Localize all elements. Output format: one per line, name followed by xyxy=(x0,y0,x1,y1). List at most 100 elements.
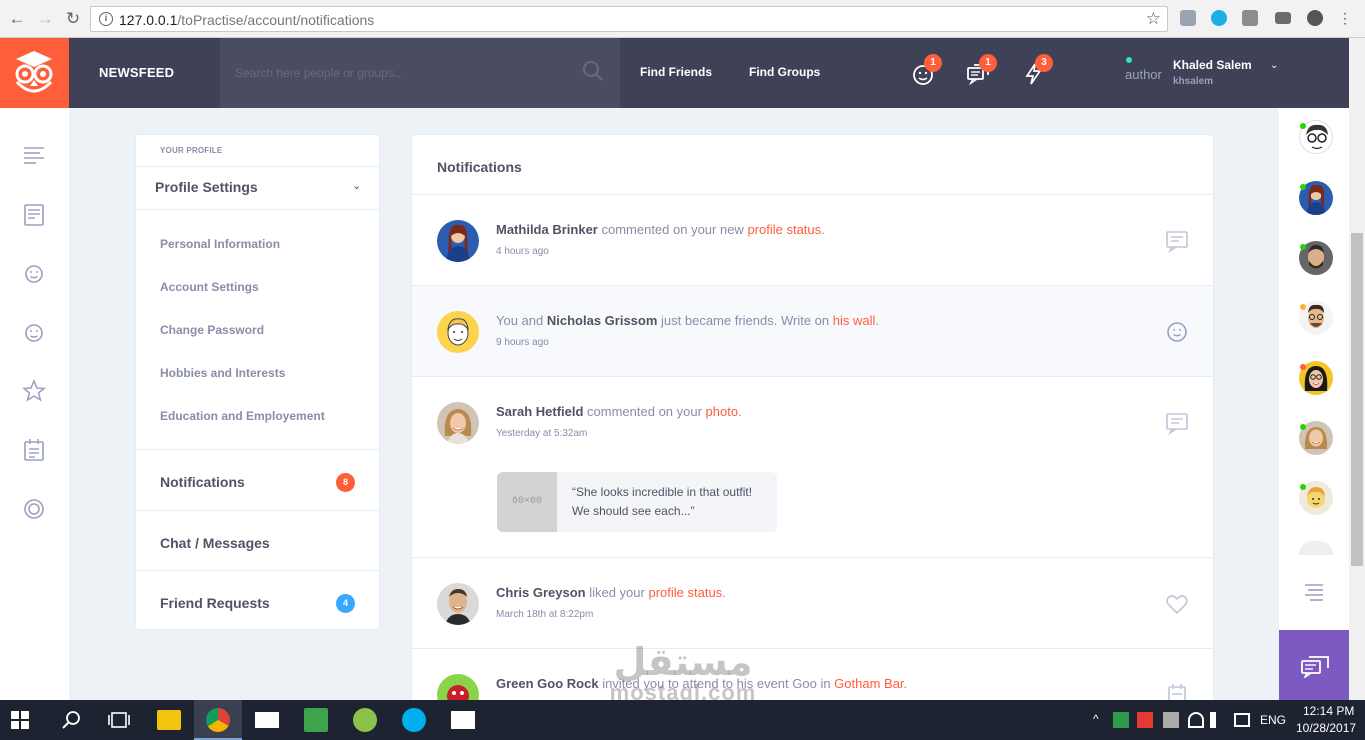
photo-thumbnail: 60×60 xyxy=(497,472,557,532)
notification-item[interactable]: Chris Greyson liked your profile status.… xyxy=(412,557,1213,648)
mail-icon[interactable] xyxy=(255,712,279,728)
friend-groups-icon[interactable] xyxy=(22,320,46,344)
skype-extension-icon[interactable] xyxy=(1211,10,1227,26)
tray-app-icon[interactable] xyxy=(1113,712,1129,728)
smiley-icon[interactable] xyxy=(1165,320,1189,344)
star-icon[interactable] xyxy=(22,379,46,403)
find-groups-link[interactable]: Find Groups xyxy=(749,65,820,79)
find-friends-link[interactable]: Find Friends xyxy=(640,65,712,79)
notification-item[interactable]: Mathilda Brinker commented on your new p… xyxy=(412,194,1213,285)
open-chat-button[interactable] xyxy=(1279,630,1349,700)
section-notifications[interactable]: Notifications xyxy=(160,474,245,490)
info-icon[interactable]: i xyxy=(99,12,113,26)
menu-dots-icon[interactable]: ⋮ xyxy=(1338,10,1352,26)
avatar[interactable] xyxy=(437,220,479,262)
clock-time[interactable]: 12:14 PM xyxy=(1303,704,1354,718)
menu-personal-information[interactable]: Personal Information xyxy=(160,237,280,251)
chevron-down-icon[interactable]: ⌄ xyxy=(352,179,361,192)
windows-start-icon[interactable] xyxy=(11,711,29,729)
fav-pages-icon[interactable] xyxy=(22,261,46,285)
dropbox-icon[interactable] xyxy=(1180,10,1196,26)
app-header: NEWSFEED Find Friends Find Groups 1 1 3 xyxy=(0,38,1365,108)
online-status-dot xyxy=(1300,184,1306,190)
divider xyxy=(136,209,379,210)
user-name-link[interactable]: Chris Greyson xyxy=(496,585,586,600)
avatar[interactable] xyxy=(437,402,479,444)
skype-icon[interactable] xyxy=(402,708,426,732)
newsfeed-icon[interactable] xyxy=(22,203,46,227)
section-friend-requests[interactable]: Friend Requests xyxy=(160,595,270,611)
k-extension-icon[interactable] xyxy=(1242,10,1258,26)
timestamp: 4 hours ago xyxy=(496,246,549,257)
user-name-link[interactable]: Sarah Hetfield xyxy=(496,404,583,419)
menu-change-password[interactable]: Change Password xyxy=(160,323,264,337)
notification-center-icon[interactable] xyxy=(1234,713,1250,727)
target-icon[interactable] xyxy=(22,497,46,521)
left-sidebar xyxy=(0,108,69,700)
user-name-link[interactable]: Mathilda Brinker xyxy=(496,222,598,237)
url-text[interactable]: 127.0.0.1/toPractise/account/notificatio… xyxy=(119,12,374,28)
task-view-icon[interactable] xyxy=(107,708,131,732)
search-input[interactable] xyxy=(235,62,565,84)
comment-icon[interactable] xyxy=(1165,411,1189,435)
online-status-dot xyxy=(1300,484,1306,490)
notification-link[interactable]: profile status xyxy=(747,222,821,237)
profile-extension-icon[interactable] xyxy=(1307,10,1323,26)
comment-preview[interactable]: 60×60 “She looks incredible in that outf… xyxy=(497,472,777,532)
notification-link[interactable]: Gotham Bar xyxy=(834,676,903,691)
menu-education-employment[interactable]: Education and Employement xyxy=(160,409,325,423)
tray-gift-icon[interactable] xyxy=(1137,712,1153,728)
file-explorer-icon[interactable] xyxy=(157,710,181,730)
back-icon[interactable]: ← xyxy=(6,8,28,30)
notification-link[interactable]: his wall xyxy=(833,313,876,328)
activity-button[interactable]: 3 xyxy=(1022,54,1053,86)
comment-icon[interactable] xyxy=(1165,229,1189,253)
friend-avatar[interactable] xyxy=(1299,541,1333,555)
editor-app-icon[interactable] xyxy=(304,708,328,732)
menu-icon[interactable] xyxy=(22,143,46,167)
wifi-icon[interactable] xyxy=(1188,712,1204,728)
volume-icon[interactable] xyxy=(1210,712,1226,728)
scrollbar-thumb[interactable] xyxy=(1351,233,1363,566)
language-indicator[interactable]: ENG xyxy=(1260,713,1286,727)
logo[interactable] xyxy=(0,38,69,108)
user-name-link[interactable]: Green Goo Rock xyxy=(496,676,599,691)
menu-account-settings[interactable]: Account Settings xyxy=(160,280,259,294)
notification-item[interactable]: Sarah Hetfield commented on your photo. … xyxy=(412,376,1213,557)
notification-item[interactable]: You and Nicholas Grissom just became fri… xyxy=(412,285,1213,376)
user-name-link[interactable]: Nicholas Grissom xyxy=(547,313,658,328)
page-scrollbar[interactable] xyxy=(1349,38,1365,700)
messages-badge: 1 xyxy=(979,54,997,72)
tray-network-icon[interactable] xyxy=(1163,712,1179,728)
menu-hobbies-interests[interactable]: Hobbies and Interests xyxy=(160,366,285,380)
section-chat-messages[interactable]: Chat / Messages xyxy=(160,535,270,551)
user-name[interactable]: Khaled Salem xyxy=(1173,58,1252,72)
notification-link[interactable]: profile status xyxy=(648,585,722,600)
search-icon[interactable] xyxy=(582,60,604,82)
calendar-icon[interactable] xyxy=(22,438,46,462)
menu-icon[interactable] xyxy=(1302,580,1326,604)
messages-button[interactable]: 1 xyxy=(966,54,997,86)
chevron-down-icon[interactable]: ⌄ xyxy=(1270,60,1278,71)
cast-icon[interactable] xyxy=(1275,12,1291,24)
search-icon[interactable] xyxy=(60,708,84,732)
avatar[interactable] xyxy=(437,311,479,353)
chrome-icon[interactable] xyxy=(206,708,230,732)
android-studio-icon[interactable] xyxy=(353,708,377,732)
bookmark-star-icon[interactable]: ☆ xyxy=(1146,9,1161,29)
friend-requests-button[interactable]: 1 xyxy=(911,54,942,86)
heart-icon[interactable] xyxy=(1165,592,1189,616)
panel-title: Notifications xyxy=(437,159,522,175)
reload-icon[interactable]: ↻ xyxy=(62,8,84,30)
show-hidden-icons[interactable]: ^ xyxy=(1093,712,1099,726)
notification-text: Chris Greyson liked your profile status. xyxy=(496,585,726,600)
profile-settings-toggle[interactable]: Profile Settings xyxy=(155,179,258,195)
right-chat-sidebar xyxy=(1279,108,1349,700)
forward-icon[interactable]: → xyxy=(34,8,56,30)
avatar[interactable] xyxy=(437,583,479,625)
photos-icon[interactable] xyxy=(451,711,475,729)
clock-date[interactable]: 10/28/2017 xyxy=(1296,721,1356,735)
address-bar[interactable]: i 127.0.0.1/toPractise/account/notificat… xyxy=(90,6,1168,32)
timestamp: March 18th at 8:22pm xyxy=(496,609,594,620)
notification-link[interactable]: photo xyxy=(706,404,739,419)
